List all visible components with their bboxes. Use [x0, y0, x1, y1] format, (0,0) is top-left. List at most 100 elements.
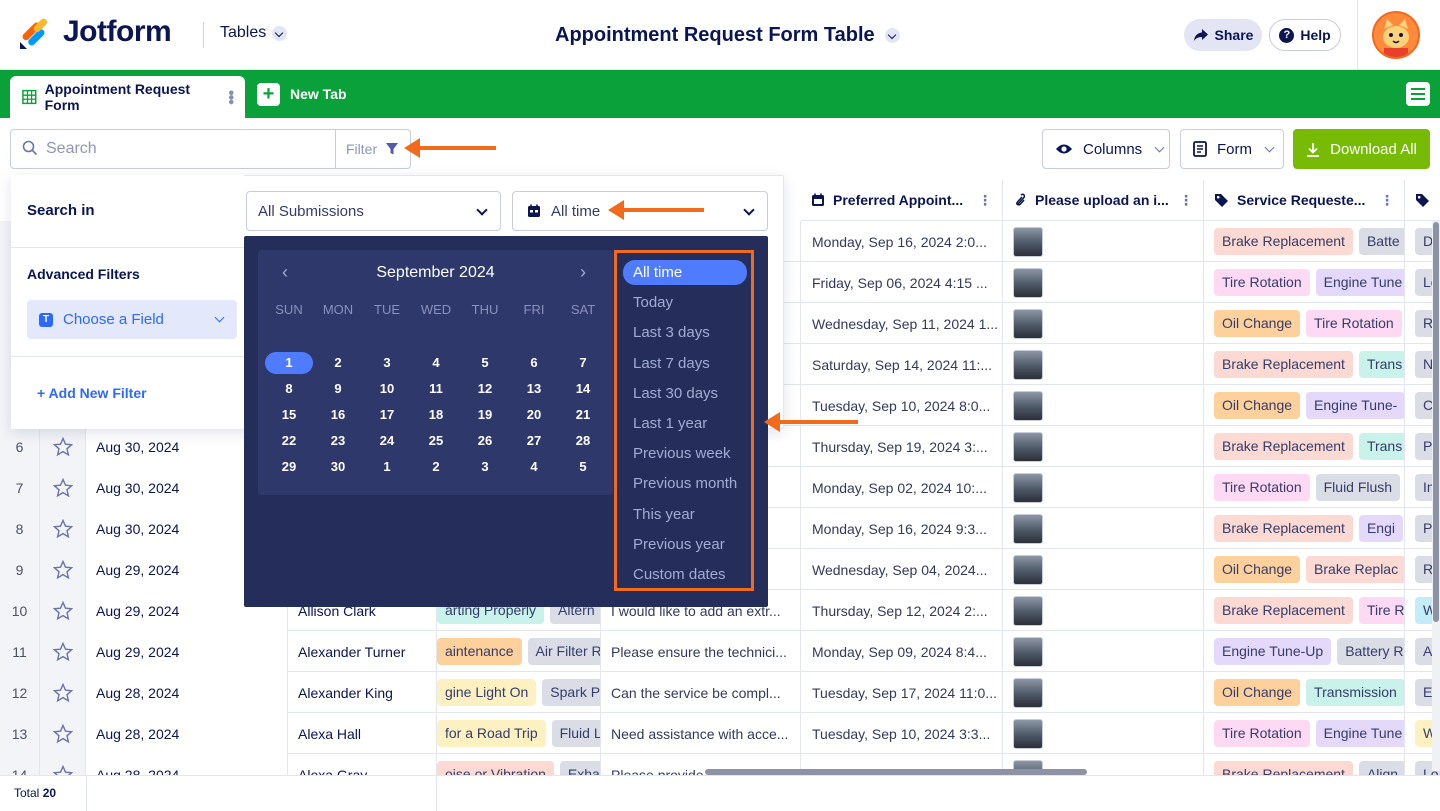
- car-thumbnail[interactable]: [1013, 513, 1043, 544]
- calendar-day[interactable]: 1: [265, 352, 313, 374]
- calendar-day[interactable]: 15: [265, 404, 313, 426]
- calendar-day[interactable]: 14: [559, 378, 607, 400]
- car-thumbnail[interactable]: [1013, 349, 1043, 380]
- upload-thumbnail[interactable]: [1003, 631, 1204, 672]
- upload-thumbnail[interactable]: [1003, 508, 1204, 549]
- calendar-day[interactable]: 30: [314, 456, 362, 478]
- table-row[interactable]: 13 Aug 28, 2024 Alexa Hall for a Road Trip F…: [0, 713, 1440, 754]
- calendar-day[interactable]: 18: [412, 404, 460, 426]
- calendar-day[interactable]: 23: [314, 430, 362, 452]
- filter-icon[interactable]: [386, 143, 398, 155]
- star-icon[interactable]: [52, 723, 73, 744]
- date-range-option[interactable]: Previous year: [623, 532, 747, 557]
- next-month-icon[interactable]: ›: [580, 262, 586, 283]
- column-menu-icon[interactable]: ⋮: [1179, 192, 1193, 209]
- column-header-service-requested[interactable]: Service Requeste... ⋮: [1204, 180, 1405, 221]
- table-row[interactable]: 12 Aug 28, 2024 Alexander King gine Light O…: [0, 672, 1440, 713]
- date-range-option[interactable]: Last 7 days: [623, 351, 747, 376]
- star-icon[interactable]: [40, 590, 86, 631]
- car-thumbnail[interactable]: [1013, 308, 1043, 339]
- help-button[interactable]: ? Help: [1269, 19, 1341, 51]
- avatar[interactable]: [1372, 11, 1420, 59]
- car-thumbnail[interactable]: [1013, 226, 1043, 257]
- calendar-day[interactable]: 11: [412, 378, 460, 400]
- column-header-upload[interactable]: Please upload an i... ⋮: [1003, 180, 1204, 221]
- calendar-day[interactable]: 12: [461, 378, 509, 400]
- calendar-day[interactable]: 3: [363, 352, 411, 374]
- date-range-option[interactable]: Last 30 days: [623, 381, 747, 406]
- calendar-day[interactable]: 27: [510, 430, 558, 452]
- car-thumbnail[interactable]: [1013, 636, 1043, 667]
- star-icon[interactable]: [40, 467, 86, 508]
- submissions-select[interactable]: All Submissions: [246, 191, 501, 231]
- calendar-day[interactable]: 26: [461, 430, 509, 452]
- star-icon[interactable]: [52, 518, 73, 539]
- date-range-option[interactable]: Last 1 year: [623, 411, 747, 436]
- star-icon[interactable]: [40, 713, 86, 754]
- star-icon[interactable]: [52, 559, 73, 580]
- calendar-day[interactable]: 1: [363, 456, 411, 478]
- date-range-option[interactable]: Last 3 days: [623, 320, 747, 345]
- calendar-day[interactable]: 19: [461, 404, 509, 426]
- calendar-day[interactable]: 6: [510, 352, 558, 374]
- calendar-day[interactable]: 21: [559, 404, 607, 426]
- tab-appointment-request-form[interactable]: Appointment Request Form •••: [10, 76, 245, 118]
- calendar-day[interactable]: 29: [265, 456, 313, 478]
- upload-thumbnail[interactable]: [1003, 303, 1204, 344]
- calendar-day[interactable]: 8: [265, 378, 313, 400]
- upload-thumbnail[interactable]: [1003, 426, 1204, 467]
- upload-thumbnail[interactable]: [1003, 549, 1204, 590]
- upload-thumbnail[interactable]: [1003, 344, 1204, 385]
- date-range-option[interactable]: This year: [623, 502, 747, 527]
- star-icon[interactable]: [52, 600, 73, 621]
- upload-thumbnail[interactable]: [1003, 672, 1204, 713]
- calendar-day[interactable]: 7: [559, 352, 607, 374]
- column-menu-icon[interactable]: ⋮: [1380, 192, 1394, 209]
- car-thumbnail[interactable]: [1013, 718, 1043, 749]
- car-thumbnail[interactable]: [1013, 595, 1043, 626]
- calendar-day[interactable]: 25: [412, 430, 460, 452]
- calendar-day[interactable]: 22: [265, 430, 313, 452]
- calendar-day[interactable]: 4: [412, 352, 460, 374]
- date-range-option[interactable]: Custom dates: [623, 562, 747, 587]
- columns-button[interactable]: Columns: [1042, 129, 1170, 169]
- star-icon[interactable]: [40, 631, 86, 672]
- calendar-day[interactable]: 13: [510, 378, 558, 400]
- add-new-filter-button[interactable]: + Add New Filter: [37, 385, 147, 401]
- calendar-day[interactable]: 2: [314, 352, 362, 374]
- upload-thumbnail[interactable]: [1003, 262, 1204, 303]
- choose-field-dropdown[interactable]: T Choose a Field: [27, 300, 237, 339]
- more-options-icon[interactable]: •••: [221, 90, 239, 104]
- table-row[interactable]: 11 Aug 29, 2024 Alexander Turner aintenance…: [0, 631, 1440, 672]
- car-thumbnail[interactable]: [1013, 390, 1043, 421]
- column-menu-icon[interactable]: ⋮: [978, 192, 992, 209]
- star-icon[interactable]: [40, 426, 86, 467]
- star-icon[interactable]: [52, 477, 73, 498]
- star-icon[interactable]: [52, 641, 73, 662]
- download-all-button[interactable]: Download All: [1293, 129, 1430, 169]
- car-thumbnail[interactable]: [1013, 677, 1043, 708]
- vertical-scrollbar[interactable]: [1433, 222, 1439, 622]
- upload-thumbnail[interactable]: [1003, 221, 1204, 262]
- calendar-day[interactable]: 9: [314, 378, 362, 400]
- car-thumbnail[interactable]: [1013, 554, 1043, 585]
- form-button[interactable]: Form: [1180, 129, 1284, 169]
- filter-button[interactable]: Filter: [346, 141, 377, 157]
- star-icon[interactable]: [52, 436, 73, 457]
- calendar-day[interactable]: 16: [314, 404, 362, 426]
- calendar-day[interactable]: 20: [510, 404, 558, 426]
- calendar-day[interactable]: 3: [461, 456, 509, 478]
- date-range-option[interactable]: All time: [623, 260, 747, 285]
- tables-dropdown[interactable]: Tables: [220, 24, 288, 42]
- star-icon[interactable]: [40, 672, 86, 713]
- page-title[interactable]: Appointment Request Form Table: [555, 24, 900, 47]
- share-button[interactable]: Share: [1184, 19, 1262, 51]
- calendar-day[interactable]: 17: [363, 404, 411, 426]
- jotform-logo-icon[interactable]: [18, 16, 50, 50]
- calendar-day[interactable]: 24: [363, 430, 411, 452]
- upload-thumbnail[interactable]: [1003, 590, 1204, 631]
- column-header-preferred-appointment[interactable]: Preferred Appoint... ⋮: [801, 180, 1003, 221]
- star-icon[interactable]: [52, 682, 73, 703]
- car-thumbnail[interactable]: [1013, 431, 1043, 462]
- star-icon[interactable]: [40, 549, 86, 590]
